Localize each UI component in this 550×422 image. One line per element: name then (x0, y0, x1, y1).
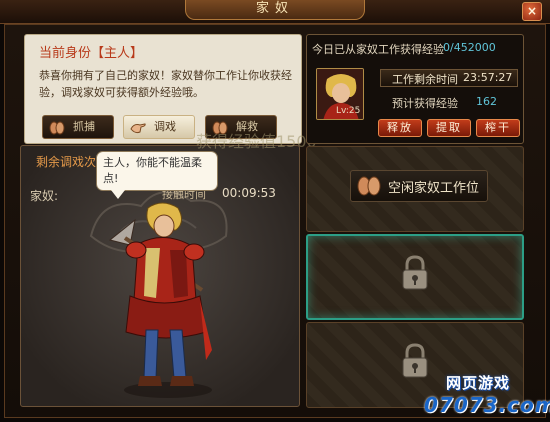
speech-bubble: 主人，你能不能温柔点! (96, 151, 218, 199)
extract-button[interactable]: 提取 (427, 119, 471, 137)
work-time-label: 工作剩余时间 (392, 73, 458, 86)
servant-character[interactable] (90, 200, 240, 400)
tab-tease[interactable]: 调戏 (123, 115, 195, 139)
idle-slot-label: 空闲家奴工作位 (388, 181, 480, 196)
window-title: 家奴 (185, 0, 365, 20)
exp-today-count: 0/452000 (443, 41, 496, 54)
lock-icon (402, 255, 428, 290)
grab-hand-icon (49, 121, 65, 135)
tab-capture-label: 抓捕 (73, 120, 95, 133)
grab-hand-icon (357, 176, 381, 196)
watermark-domain: 07073.com (424, 393, 550, 417)
release-button[interactable]: 释放 (378, 119, 422, 137)
squeeze-button[interactable]: 榨干 (476, 119, 520, 137)
tab-tease-label: 调戏 (154, 120, 176, 133)
identity-label: 当前身份【主人】 (39, 46, 144, 61)
tease-hand-icon (130, 123, 146, 134)
exp-gain-overlay: 获得经验值1500 (196, 132, 317, 151)
exp-today-label: 今日已从家奴工作获得经验 (312, 43, 444, 56)
servant-label: 家奴: (30, 189, 59, 203)
watermark-site-name: 网页游戏 (446, 374, 511, 392)
intro-text: 恭喜你拥有了自己的家奴！家奴替你工作让你收获经验，调戏家奴可获得额外经验哦。 (39, 69, 292, 99)
servant-level: Lv:25 (336, 106, 361, 116)
estimated-exp-label: 预计获得经验 (392, 97, 458, 110)
servant-timer: 00:09:53 (222, 186, 276, 200)
work-time-value: 23:57:27 (463, 71, 513, 84)
title-bar: 家奴 (0, 0, 550, 24)
tab-capture[interactable]: 抓捕 (42, 115, 114, 139)
close-button[interactable]: × (522, 2, 542, 21)
estimated-exp-value: 162 (476, 95, 497, 108)
lock-icon (402, 343, 428, 378)
